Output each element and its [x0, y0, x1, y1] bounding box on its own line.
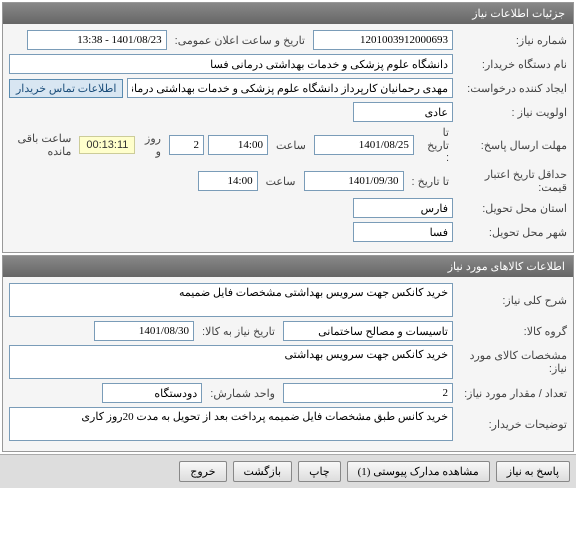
row-group: گروه کالا: تاریخ نیاز به کالا: — [9, 321, 567, 341]
panel1-body: شماره نیاز: تاریخ و ساعت اعلان عمومی: نا… — [3, 24, 573, 252]
print-button[interactable]: چاپ — [298, 461, 341, 482]
price-date-field[interactable] — [304, 171, 404, 191]
days-and-label: روز و — [139, 132, 165, 158]
row-spec: مشخصات کالای مورد نیاز: — [9, 345, 567, 379]
creator-field[interactable] — [127, 78, 453, 98]
spec-label: مشخصات کالای مورد نیاز: — [457, 349, 567, 375]
row-reply-deadline: مهلت ارسال پاسخ: تا تاریخ : ساعت روز و 0… — [9, 126, 567, 164]
qty-label: تعداد / مقدار مورد نیاز: — [457, 387, 567, 400]
contact-buyer-button[interactable]: اطلاعات تماس خریدار — [9, 79, 123, 98]
panel1-title: جزئیات اطلاعات نیاز — [3, 3, 573, 24]
row-desc: شرح کلی نیاز: — [9, 283, 567, 317]
exit-button[interactable]: خروج — [179, 461, 226, 482]
back-button[interactable]: بازگشت — [233, 461, 293, 482]
need-date-label: تاریخ نیاز به کالا: — [198, 325, 279, 338]
time-label-2: ساعت — [262, 175, 300, 188]
attachments-button[interactable]: مشاهده مدارک پیوستی (1) — [347, 461, 490, 482]
niaz-no-field[interactable] — [313, 30, 453, 50]
buyer-field[interactable] — [9, 54, 453, 74]
priority-label: اولویت نیاز : — [457, 106, 567, 119]
goods-info-panel: اطلاعات کالاهای مورد نیاز شرح کلی نیاز: … — [2, 255, 574, 452]
desc-field[interactable] — [9, 283, 453, 317]
buyer-note-field[interactable] — [9, 407, 453, 441]
qty-field[interactable] — [283, 383, 453, 403]
price-validity-label: حداقل تاریخ اعتبار قیمت: — [457, 168, 567, 194]
row-creator: ایجاد کننده درخواست: اطلاعات تماس خریدار — [9, 78, 567, 98]
reply-date-field[interactable] — [314, 135, 414, 155]
row-city: شهر محل تحویل: — [9, 222, 567, 242]
unit-label: واحد شمارش: — [206, 387, 279, 400]
need-date-field[interactable] — [94, 321, 194, 341]
row-buyer: نام دستگاه خریدار: — [9, 54, 567, 74]
remain-days-field[interactable] — [169, 135, 204, 155]
spec-field[interactable] — [9, 345, 453, 379]
until-label-2: تا تاریخ : — [408, 175, 453, 188]
until-label-1: تا تاریخ : — [418, 126, 453, 164]
row-niaz-no: شماره نیاز: تاریخ و ساعت اعلان عمومی: — [9, 30, 567, 50]
countdown-timer: 00:13:11 — [79, 136, 135, 154]
remain-label: ساعت باقی مانده — [9, 132, 75, 158]
footer-toolbar: پاسخ به نیاز مشاهده مدارک پیوستی (1) چاپ… — [0, 454, 576, 488]
priority-field[interactable] — [353, 102, 453, 122]
announce-label: تاریخ و ساعت اعلان عمومی: — [171, 34, 309, 47]
reply-deadline-label: مهلت ارسال پاسخ: — [457, 139, 567, 152]
panel2-body: شرح کلی نیاز: گروه کالا: تاریخ نیاز به ک… — [3, 277, 573, 451]
buyer-note-label: توضیحات خریدار: — [457, 418, 567, 431]
buyer-label: نام دستگاه خریدار: — [457, 58, 567, 71]
desc-label: شرح کلی نیاز: — [457, 294, 567, 307]
province-label: استان محل تحویل: — [457, 202, 567, 215]
niaz-no-label: شماره نیاز: — [457, 34, 567, 47]
need-details-panel: جزئیات اطلاعات نیاز شماره نیاز: تاریخ و … — [2, 2, 574, 253]
city-field[interactable] — [353, 222, 453, 242]
row-buyer-note: توضیحات خریدار: — [9, 407, 567, 441]
row-province: استان محل تحویل: — [9, 198, 567, 218]
announce-field[interactable] — [27, 30, 167, 50]
price-time-field[interactable] — [198, 171, 258, 191]
reply-button[interactable]: پاسخ به نیاز — [496, 461, 570, 482]
group-field[interactable] — [283, 321, 453, 341]
time-label-1: ساعت — [272, 139, 310, 152]
row-priority: اولویت نیاز : — [9, 102, 567, 122]
creator-label: ایجاد کننده درخواست: — [457, 82, 567, 95]
city-label: شهر محل تحویل: — [457, 226, 567, 239]
province-field[interactable] — [353, 198, 453, 218]
unit-field[interactable] — [102, 383, 202, 403]
group-label: گروه کالا: — [457, 325, 567, 338]
row-price-validity: حداقل تاریخ اعتبار قیمت: تا تاریخ : ساعت — [9, 168, 567, 194]
reply-time-field[interactable] — [208, 135, 268, 155]
panel2-title: اطلاعات کالاهای مورد نیاز — [3, 256, 573, 277]
row-qty: تعداد / مقدار مورد نیاز: واحد شمارش: — [9, 383, 567, 403]
